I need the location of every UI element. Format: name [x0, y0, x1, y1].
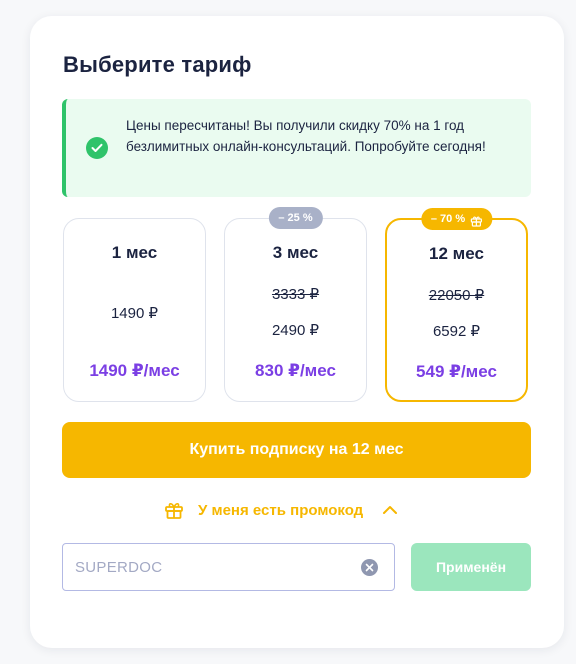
gift-icon — [164, 500, 184, 520]
buy-subscription-button[interactable]: Купить подписку на 12 мес — [62, 422, 531, 478]
page-title: Выберите тариф — [63, 52, 252, 77]
plan-card-12-months[interactable]: – 70 % 12 мес 22050 ₽ 6592 ₽ 549 ₽/мес — [385, 208, 528, 402]
plan-monthly-price: 549 ₽/мес — [416, 362, 497, 381]
clear-icon[interactable] — [361, 559, 378, 576]
plan-duration: 3 мес — [272, 243, 319, 262]
promo-toggle-label: У меня есть промокод — [198, 501, 364, 519]
plan-price: 2490 ₽ — [271, 322, 320, 339]
gift-icon — [470, 213, 482, 227]
promo-code-field — [62, 543, 395, 591]
plan-price: 6592 ₽ — [432, 323, 481, 340]
plan-card-1-month[interactable]: 1 мес 1490 ₽ 1490 ₽/мес — [63, 218, 206, 402]
discount-notice: Цены пересчитаны! Вы получили скидку 70%… — [62, 99, 531, 197]
promo-code-input[interactable] — [63, 544, 353, 590]
chevron-up-icon — [381, 501, 399, 519]
plan-card-3-months[interactable]: – 25 % 3 мес 3333 ₽ 2490 ₽ 830 ₽/мес — [224, 207, 367, 402]
plan-price: 1490 ₽ — [110, 305, 159, 322]
apply-promo-button[interactable]: Применён — [411, 543, 531, 591]
promo-code-toggle[interactable]: У меня есть промокод — [164, 498, 399, 522]
tariff-card: Выберите тариф Цены пересчитаны! Вы полу… — [30, 16, 564, 648]
discount-badge: – 70 % — [420, 208, 493, 230]
check-circle-icon — [86, 137, 108, 159]
plan-duration: 12 мес — [429, 244, 484, 263]
discount-badge-label: – 25 % — [278, 212, 313, 224]
plan-duration: 1 мес — [111, 243, 158, 262]
notice-text: Цены пересчитаны! Вы получили скидку 70%… — [126, 118, 486, 154]
discount-badge: – 25 % — [268, 207, 323, 229]
plan-old-price: 3333 ₽ — [271, 286, 320, 303]
plan-old-price: 22050 ₽ — [428, 287, 485, 304]
plan-monthly-price: 830 ₽/мес — [255, 361, 336, 380]
discount-badge-label: – 70 % — [430, 213, 466, 225]
plan-monthly-price: 1490 ₽/мес — [89, 361, 180, 380]
